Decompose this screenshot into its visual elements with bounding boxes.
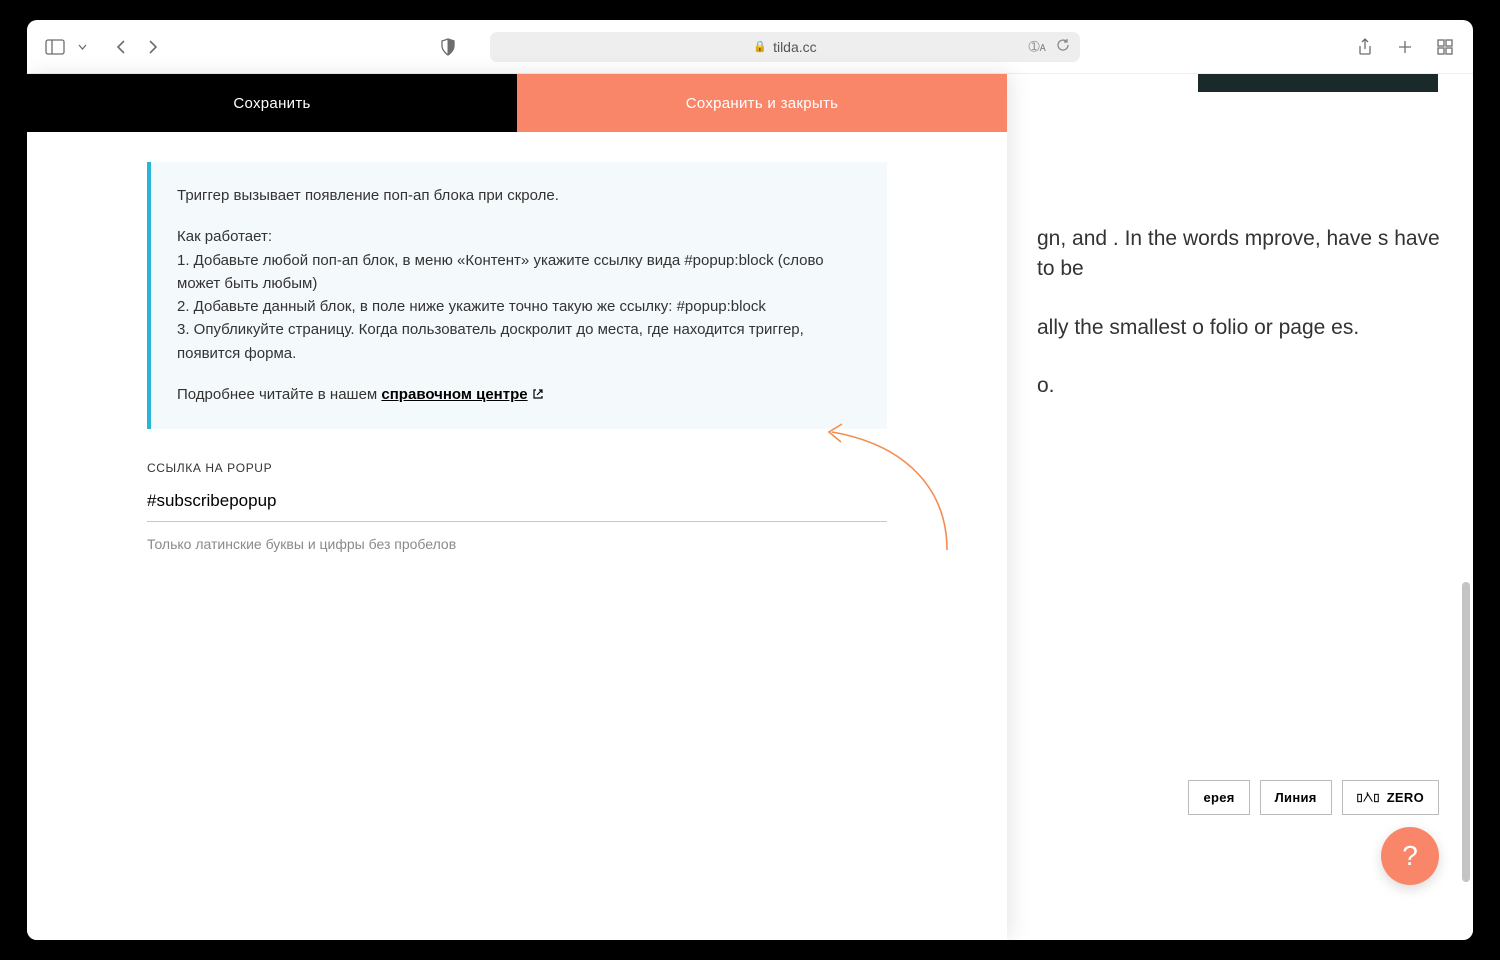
- page-preview: gn, and . In the words mprove, have s ha…: [1007, 74, 1473, 940]
- block-buttons: ерея Линия ZERO: [1188, 780, 1439, 815]
- panel-header: Сохранить Сохранить и закрыть: [27, 74, 1007, 132]
- save-button[interactable]: Сохранить: [27, 74, 517, 132]
- preview-para-3: о.: [1037, 371, 1443, 401]
- info-step-1: 1. Добавьте любой поп-ап блок, в меню «К…: [177, 252, 824, 292]
- url-bar[interactable]: 🔒 tilda.cc ➀ᴀ: [490, 32, 1080, 62]
- tabs-overview-icon[interactable]: [1435, 37, 1455, 57]
- preview-image-strip: [1198, 74, 1438, 92]
- info-intro: Триггер вызывает появление поп-ап блока …: [177, 184, 861, 207]
- info-step-2: 2. Добавьте данный блок, в поле ниже ука…: [177, 298, 766, 315]
- info-step-3: 3. Опубликуйте страницу. Когда пользоват…: [177, 321, 804, 361]
- sidebar-toggle-icon[interactable]: [45, 37, 65, 57]
- info-box: Триггер вызывает появление поп-ап блока …: [147, 162, 887, 429]
- privacy-shield-icon[interactable]: [438, 37, 458, 57]
- gallery-button[interactable]: ерея: [1188, 780, 1249, 815]
- zero-label: ZERO: [1387, 790, 1424, 805]
- toolbar-right: [1355, 37, 1455, 57]
- preview-text: gn, and . In the words mprove, have s ha…: [1037, 224, 1443, 402]
- content-area: gn, and . In the words mprove, have s ha…: [27, 74, 1473, 940]
- chevron-down-icon[interactable]: [77, 37, 87, 57]
- external-link-icon: [532, 384, 544, 407]
- zero-button[interactable]: ZERO: [1342, 780, 1439, 815]
- info-more: Подробнее читайте в нашем справочном цен…: [177, 383, 861, 407]
- lock-icon: 🔒: [753, 40, 767, 53]
- new-tab-icon[interactable]: [1395, 37, 1415, 57]
- popup-link-hint: Только латинские буквы и цифры без пробе…: [147, 536, 887, 552]
- help-button[interactable]: ?: [1381, 827, 1439, 885]
- url-right-controls: ➀ᴀ: [1029, 38, 1070, 55]
- url-text: tilda.cc: [773, 39, 817, 55]
- help-center-link[interactable]: справочном центре: [381, 386, 527, 403]
- popup-link-label: ССЫЛКА НА POPUP: [147, 461, 887, 475]
- browser-window: 🔒 tilda.cc ➀ᴀ gn, and: [27, 20, 1473, 940]
- reload-icon[interactable]: [1056, 38, 1070, 55]
- help-icon: ?: [1402, 840, 1418, 872]
- preview-para-2: ally the smallest o folio or page es.: [1037, 313, 1443, 343]
- scrollbar-thumb[interactable]: [1462, 582, 1470, 882]
- popup-link-input[interactable]: [147, 485, 887, 522]
- info-how: Как работает: 1. Добавьте любой поп-ап б…: [177, 225, 861, 365]
- browser-toolbar: 🔒 tilda.cc ➀ᴀ: [27, 20, 1473, 74]
- back-icon[interactable]: [111, 37, 131, 57]
- panel-body: Триггер вызывает появление поп-ап блока …: [27, 132, 1007, 582]
- settings-panel: Сохранить Сохранить и закрыть Триггер вы…: [27, 74, 1007, 940]
- zero-icon: [1357, 791, 1379, 805]
- forward-icon[interactable]: [143, 37, 163, 57]
- save-close-button[interactable]: Сохранить и закрыть: [517, 74, 1007, 132]
- preview-para-1: gn, and . In the words mprove, have s ha…: [1037, 224, 1443, 285]
- popup-link-field-group: ССЫЛКА НА POPUP Только латинские буквы и…: [147, 461, 887, 552]
- translate-icon[interactable]: ➀ᴀ: [1029, 39, 1046, 55]
- share-icon[interactable]: [1355, 37, 1375, 57]
- line-button[interactable]: Линия: [1260, 780, 1332, 815]
- info-more-prefix: Подробнее читайте в нашем: [177, 386, 381, 403]
- info-how-title: Как работает:: [177, 228, 272, 245]
